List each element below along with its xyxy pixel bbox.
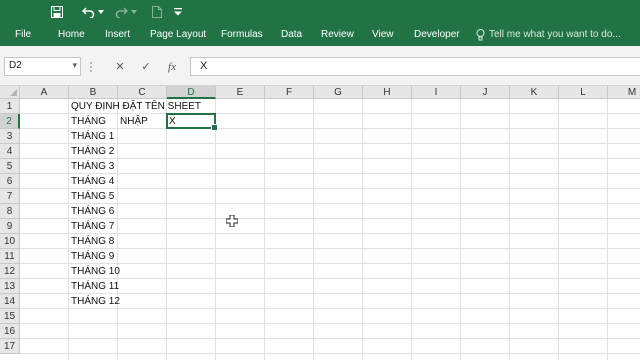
column-header-h[interactable]: H <box>363 86 412 99</box>
tab-data[interactable]: Data <box>281 27 302 43</box>
row-header-14[interactable]: 14 <box>0 294 20 309</box>
tab-page-layout[interactable]: Page Layout <box>150 27 206 43</box>
column-header-j[interactable]: J <box>461 86 510 99</box>
cell-b9[interactable]: THÁNG 7 <box>69 219 114 234</box>
tab-formulas[interactable]: Formulas <box>221 27 263 43</box>
insert-function-icon[interactable]: fx <box>162 57 182 76</box>
row-header-6[interactable]: 6 <box>0 174 20 189</box>
column-header-f[interactable]: F <box>265 86 314 99</box>
row-header-4[interactable]: 4 <box>0 144 20 159</box>
cell-b2[interactable]: THÁNG <box>69 114 106 129</box>
cell-b5[interactable]: THÁNG 3 <box>69 159 114 174</box>
cell-cursor-icon <box>226 215 238 227</box>
cell-b14[interactable]: THÁNG 12 <box>69 294 120 309</box>
save-icon[interactable] <box>48 3 66 21</box>
column-header-d[interactable]: D <box>167 86 216 99</box>
title-bar <box>0 0 640 24</box>
active-cell-outline <box>166 113 218 131</box>
column-header-m[interactable]: M <box>608 86 640 99</box>
cell-b7[interactable]: THÁNG 5 <box>69 189 114 204</box>
row-header-2[interactable]: 2 <box>0 114 20 129</box>
row-header-1[interactable]: 1 <box>0 99 20 114</box>
row-header-10[interactable]: 10 <box>0 234 20 249</box>
cell-b12[interactable]: THÁNG 10 <box>69 264 120 279</box>
worksheet-grid: ABCDEFGHIJKLM 1 2 3 4 5 6 7 8 9 10 11 12 13 14 15 16 17 … <box>0 86 640 360</box>
name-box-dropdown-icon[interactable]: ▾ <box>72 60 77 71</box>
undo-dropdown-icon[interactable] <box>97 3 105 21</box>
column-header-l[interactable]: L <box>559 86 608 99</box>
undo-icon[interactable] <box>80 3 96 21</box>
row-header-12[interactable]: 12 <box>0 264 20 279</box>
cell-b6[interactable]: THÁNG 4 <box>69 174 114 189</box>
row-header-15[interactable]: 15 <box>0 309 20 324</box>
ribbon-tab-bar: File Home Insert Page Layout Formulas Da… <box>0 24 640 46</box>
tell-me-text: Tell me what you want to do... <box>489 29 621 40</box>
column-header-i[interactable]: I <box>412 86 461 99</box>
column-header-g[interactable]: G <box>314 86 363 99</box>
row-header-13[interactable]: 13 <box>0 279 20 294</box>
tab-home[interactable]: Home <box>58 27 85 43</box>
cell-b11[interactable]: THÁNG 9 <box>69 249 114 264</box>
formula-buttons: ✕ ✓ fx <box>104 57 188 76</box>
cell-b1[interactable]: QUY ĐỊNH ĐẶT TÊN SHEET <box>69 99 201 114</box>
formula-input[interactable]: X <box>190 57 640 76</box>
enter-icon[interactable]: ✓ <box>136 57 156 76</box>
row-header-16[interactable]: 16 <box>0 324 20 339</box>
formula-bar-area: D2 ▾ ✕ ✓ fx X <box>0 46 640 86</box>
cancel-icon[interactable]: ✕ <box>110 57 130 76</box>
tab-view[interactable]: View <box>372 27 394 43</box>
customize-dropdown-icon[interactable] <box>172 3 184 21</box>
cell-area[interactable]: QUY ĐỊNH ĐẶT TÊN SHEET THÁNG NHẬP X THÁNG 1T… <box>20 99 640 360</box>
column-header-c[interactable]: C <box>118 86 167 99</box>
formula-bar-splitter-icon[interactable] <box>88 59 94 75</box>
select-all-button[interactable] <box>0 86 20 99</box>
redo-icon[interactable] <box>113 3 129 21</box>
name-box-value: D2 <box>9 60 22 71</box>
column-header-b[interactable]: B <box>69 86 118 99</box>
row-header-11[interactable]: 11 <box>0 249 20 264</box>
cell-b4[interactable]: THÁNG 2 <box>69 144 114 159</box>
row-header-5[interactable]: 5 <box>0 159 20 174</box>
row-header-17[interactable]: 17 <box>0 339 20 354</box>
row-header-3[interactable]: 3 <box>0 129 20 144</box>
column-header-e[interactable]: E <box>216 86 265 99</box>
row-header-7[interactable]: 7 <box>0 189 20 204</box>
tab-insert[interactable]: Insert <box>105 27 130 43</box>
cell-b10[interactable]: THÁNG 8 <box>69 234 114 249</box>
tab-review[interactable]: Review <box>321 27 354 43</box>
tab-file[interactable]: File <box>15 27 31 43</box>
column-header-a[interactable]: A <box>20 86 69 99</box>
cell-b3[interactable]: THÁNG 1 <box>69 129 114 144</box>
cell-b13[interactable]: THÁNG 11 <box>69 279 119 294</box>
formula-input-value: X <box>200 60 208 72</box>
redo-dropdown-icon[interactable] <box>130 3 138 21</box>
cell-c2[interactable]: NHẬP <box>118 114 148 129</box>
row-header-9[interactable]: 9 <box>0 219 20 234</box>
tab-developer[interactable]: Developer <box>414 27 460 43</box>
row-header-8[interactable]: 8 <box>0 204 20 219</box>
name-box[interactable]: D2 ▾ <box>4 57 81 76</box>
column-header-k[interactable]: K <box>510 86 559 99</box>
new-document-icon[interactable] <box>149 3 165 21</box>
lightbulb-icon <box>476 29 485 41</box>
cell-b8[interactable]: THÁNG 6 <box>69 204 114 219</box>
